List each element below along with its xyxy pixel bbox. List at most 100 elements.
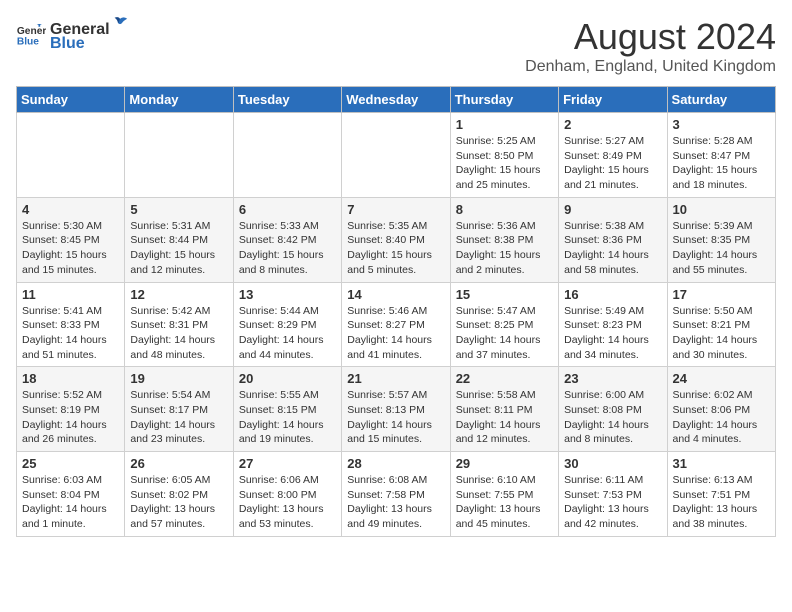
day-cell-text: Sunrise: 5:55 AM Sunset: 8:15 PM Dayligh…: [239, 388, 336, 447]
logo-blue-text: Blue: [50, 35, 85, 52]
day-cell-text: Sunrise: 5:25 AM Sunset: 8:50 PM Dayligh…: [456, 134, 553, 193]
week-row-4: 18 Sunrise: 5:52 AM Sunset: 8:19 PM Dayli…: [17, 367, 776, 452]
col-header-saturday: Saturday: [667, 87, 775, 113]
day-number: 30: [564, 456, 661, 471]
day-number: 2: [564, 117, 661, 132]
day-cell: 22 Sunrise: 5:58 AM Sunset: 8:11 PM Dayli…: [450, 367, 558, 452]
day-cell-text: Sunrise: 5:46 AM Sunset: 8:27 PM Dayligh…: [347, 304, 444, 363]
day-cell-text: Sunrise: 5:28 AM Sunset: 8:47 PM Dayligh…: [673, 134, 770, 193]
day-number: 10: [673, 202, 770, 217]
day-number: 4: [22, 202, 119, 217]
day-cell-text: Sunrise: 5:58 AM Sunset: 8:11 PM Dayligh…: [456, 388, 553, 447]
day-cell: 9 Sunrise: 5:38 AM Sunset: 8:36 PM Daylig…: [559, 197, 667, 282]
day-cell: 13 Sunrise: 5:44 AM Sunset: 8:29 PM Dayli…: [233, 282, 341, 367]
day-number: 25: [22, 456, 119, 471]
day-cell: 31 Sunrise: 6:13 AM Sunset: 7:51 PM Dayli…: [667, 452, 775, 537]
day-cell-text: Sunrise: 5:31 AM Sunset: 8:44 PM Dayligh…: [130, 219, 227, 278]
day-cell-text: Sunrise: 5:57 AM Sunset: 8:13 PM Dayligh…: [347, 388, 444, 447]
logo-icon: General Blue: [16, 24, 46, 46]
day-cell-text: Sunrise: 5:35 AM Sunset: 8:40 PM Dayligh…: [347, 219, 444, 278]
col-header-wednesday: Wednesday: [342, 87, 450, 113]
day-cell-text: Sunrise: 5:33 AM Sunset: 8:42 PM Dayligh…: [239, 219, 336, 278]
day-cell: 19Sunrise: 5:54 AM Sunset: 8:17 PM Dayli…: [125, 367, 233, 452]
day-cell: 2 Sunrise: 5:27 AM Sunset: 8:49 PM Daylig…: [559, 113, 667, 198]
day-number: 7: [347, 202, 444, 217]
day-cell: [17, 113, 125, 198]
day-number: 27: [239, 456, 336, 471]
svg-text:Blue: Blue: [17, 36, 39, 46]
col-header-thursday: Thursday: [450, 87, 558, 113]
day-cell: 26 Sunrise: 6:05 AM Sunset: 8:02 PM Dayli…: [125, 452, 233, 537]
day-number: 3: [673, 117, 770, 132]
location: Denham, England, United Kingdom: [525, 58, 776, 76]
day-cell-text: Sunrise: 5:54 AM Sunset: 8:17 PM Dayligh…: [130, 388, 227, 447]
day-cell-text: Sunrise: 6:00 AM Sunset: 8:08 PM Dayligh…: [564, 388, 661, 447]
day-cell-text: Sunrise: 6:03 AM Sunset: 8:04 PM Dayligh…: [22, 473, 119, 532]
day-cell: 20 Sunrise: 5:55 AM Sunset: 8:15 PM Dayli…: [233, 367, 341, 452]
day-cell: 14 Sunrise: 5:46 AM Sunset: 8:27 PM Dayli…: [342, 282, 450, 367]
day-number: 29: [456, 456, 553, 471]
header: General Blue General Blue August 2024 De…: [16, 16, 776, 76]
day-cell: 27Sunrise: 6:06 AM Sunset: 8:00 PM Dayli…: [233, 452, 341, 537]
day-number: 9: [564, 202, 661, 217]
day-cell: 4Sunrise: 5:30 AM Sunset: 8:45 PM Daylig…: [17, 197, 125, 282]
day-number: 31: [673, 456, 770, 471]
month-title: August 2024: [525, 16, 776, 58]
day-cell-text: Sunrise: 5:36 AM Sunset: 8:38 PM Dayligh…: [456, 219, 553, 278]
logo: General Blue General Blue: [16, 16, 130, 53]
day-number: 16: [564, 287, 661, 302]
week-row-3: 11 Sunrise: 5:41 AM Sunset: 8:33 PM Dayli…: [17, 282, 776, 367]
day-number: 22: [456, 371, 553, 386]
day-number: 6: [239, 202, 336, 217]
day-cell: 18 Sunrise: 5:52 AM Sunset: 8:19 PM Dayli…: [17, 367, 125, 452]
day-cell-text: Sunrise: 5:38 AM Sunset: 8:36 PM Dayligh…: [564, 219, 661, 278]
day-number: 13: [239, 287, 336, 302]
day-number: 28: [347, 456, 444, 471]
day-number: 18: [22, 371, 119, 386]
col-header-monday: Monday: [125, 87, 233, 113]
day-cell: 25 Sunrise: 6:03 AM Sunset: 8:04 PM Dayli…: [17, 452, 125, 537]
day-cell: [125, 113, 233, 198]
week-row-1: 1Sunrise: 5:25 AM Sunset: 8:50 PM Daylig…: [17, 113, 776, 198]
day-cell-text: Sunrise: 6:10 AM Sunset: 7:55 PM Dayligh…: [456, 473, 553, 532]
day-cell-text: Sunrise: 5:47 AM Sunset: 8:25 PM Dayligh…: [456, 304, 553, 363]
calendar-header-row: SundayMondayTuesdayWednesdayThursdayFrid…: [17, 87, 776, 113]
day-cell: 29 Sunrise: 6:10 AM Sunset: 7:55 PM Dayli…: [450, 452, 558, 537]
day-number: 26: [130, 456, 227, 471]
day-number: 20: [239, 371, 336, 386]
day-cell-text: Sunrise: 6:05 AM Sunset: 8:02 PM Dayligh…: [130, 473, 227, 532]
day-number: 24: [673, 371, 770, 386]
week-row-5: 25 Sunrise: 6:03 AM Sunset: 8:04 PM Dayli…: [17, 452, 776, 537]
day-cell: 16 Sunrise: 5:49 AM Sunset: 8:23 PM Dayli…: [559, 282, 667, 367]
day-cell-text: Sunrise: 5:50 AM Sunset: 8:21 PM Dayligh…: [673, 304, 770, 363]
day-number: 5: [130, 202, 227, 217]
day-cell-text: Sunrise: 5:49 AM Sunset: 8:23 PM Dayligh…: [564, 304, 661, 363]
day-cell-text: Sunrise: 5:41 AM Sunset: 8:33 PM Dayligh…: [22, 304, 119, 363]
day-cell-text: Sunrise: 5:44 AM Sunset: 8:29 PM Dayligh…: [239, 304, 336, 363]
svg-text:General: General: [17, 26, 46, 37]
day-cell: 12 Sunrise: 5:42 AM Sunset: 8:31 PM Dayli…: [125, 282, 233, 367]
day-cell: 7 Sunrise: 5:35 AM Sunset: 8:40 PM Daylig…: [342, 197, 450, 282]
day-cell: [342, 113, 450, 198]
day-cell: 17Sunrise: 5:50 AM Sunset: 8:21 PM Dayli…: [667, 282, 775, 367]
day-cell: 23 Sunrise: 6:00 AM Sunset: 8:08 PM Dayli…: [559, 367, 667, 452]
col-header-tuesday: Tuesday: [233, 87, 341, 113]
title-area: August 2024 Denham, England, United King…: [525, 16, 776, 76]
day-cell-text: Sunrise: 5:39 AM Sunset: 8:35 PM Dayligh…: [673, 219, 770, 278]
day-cell: 15Sunrise: 5:47 AM Sunset: 8:25 PM Dayli…: [450, 282, 558, 367]
day-number: 11: [22, 287, 119, 302]
day-cell-text: Sunrise: 6:08 AM Sunset: 7:58 PM Dayligh…: [347, 473, 444, 532]
day-cell-text: Sunrise: 5:52 AM Sunset: 8:19 PM Dayligh…: [22, 388, 119, 447]
day-number: 12: [130, 287, 227, 302]
day-cell-text: Sunrise: 6:13 AM Sunset: 7:51 PM Dayligh…: [673, 473, 770, 532]
day-number: 23: [564, 371, 661, 386]
day-cell: 11 Sunrise: 5:41 AM Sunset: 8:33 PM Dayli…: [17, 282, 125, 367]
col-header-friday: Friday: [559, 87, 667, 113]
day-cell: 3 Sunrise: 5:28 AM Sunset: 8:47 PM Daylig…: [667, 113, 775, 198]
col-header-sunday: Sunday: [17, 87, 125, 113]
day-cell-text: Sunrise: 5:27 AM Sunset: 8:49 PM Dayligh…: [564, 134, 661, 193]
day-number: 14: [347, 287, 444, 302]
day-cell-text: Sunrise: 5:42 AM Sunset: 8:31 PM Dayligh…: [130, 304, 227, 363]
calendar-table: SundayMondayTuesdayWednesdayThursdayFrid…: [16, 86, 776, 537]
day-cell: 10 Sunrise: 5:39 AM Sunset: 8:35 PM Dayli…: [667, 197, 775, 282]
